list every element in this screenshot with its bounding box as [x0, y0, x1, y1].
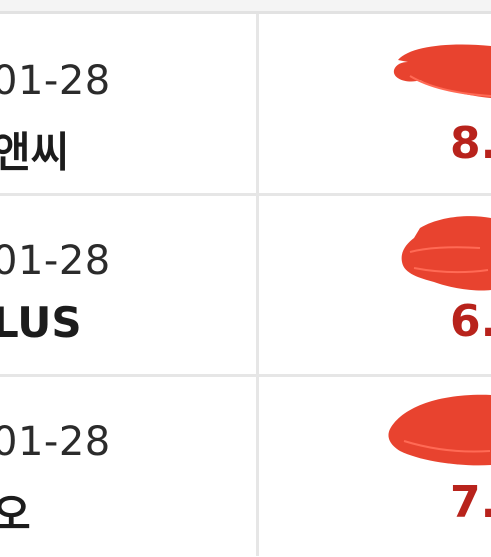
row-price: 6. — [450, 296, 491, 347]
redaction-scribble — [393, 44, 491, 98]
row-price: 8. — [450, 118, 491, 169]
row-date: 01-28 — [0, 238, 111, 284]
row-name: 앤씨 — [0, 128, 70, 177]
row-name: 오 — [0, 490, 31, 539]
row-price: 7. — [450, 477, 491, 528]
row-date: 01-28 — [0, 419, 111, 465]
table-view: 01-28 앤씨 8. 01-28 LUS 6. 01-28 오 7. — [0, 0, 491, 556]
redaction-scribble — [388, 394, 491, 466]
redaction-scribble — [401, 216, 491, 291]
table-row[interactable]: 01-28 LUS 6. — [0, 196, 491, 376]
row-date: 01-28 — [0, 58, 111, 104]
row-name: LUS — [0, 298, 82, 347]
table-row[interactable]: 01-28 앤씨 8. — [0, 14, 491, 194]
table-row[interactable]: 01-28 오 7. — [0, 377, 491, 557]
table-header — [0, 0, 491, 14]
